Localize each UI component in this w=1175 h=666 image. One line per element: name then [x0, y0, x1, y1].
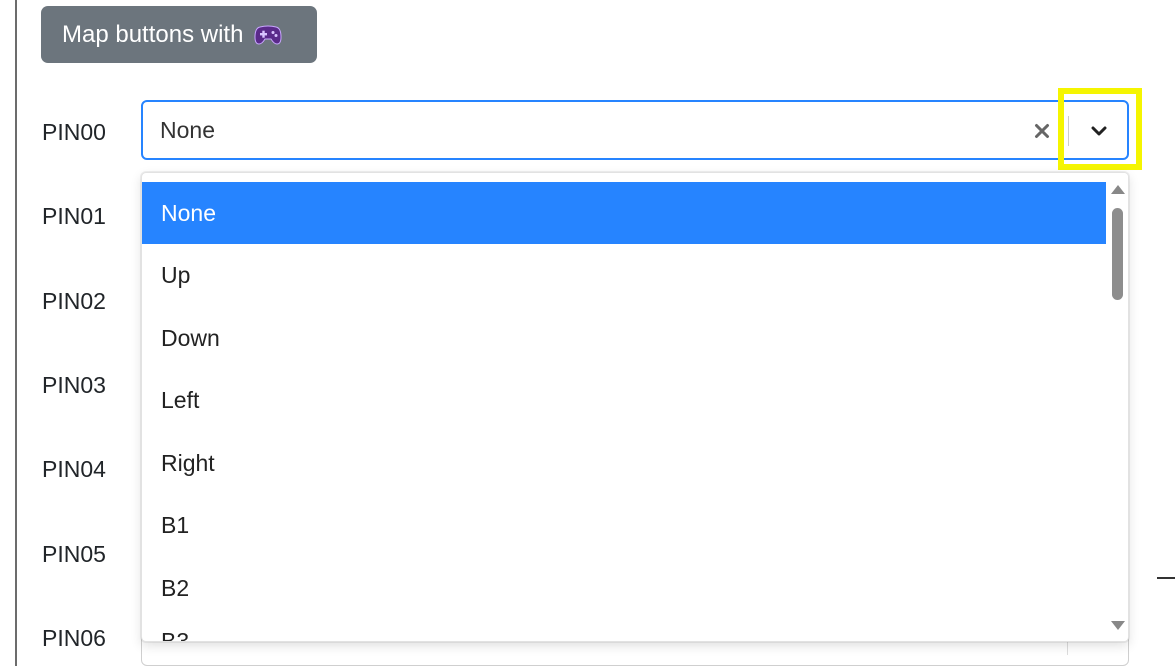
menu-option-b1[interactable]: B1 [142, 494, 1106, 556]
map-buttons-button[interactable]: Map buttons with [41, 6, 317, 63]
menu-option-none[interactable]: None [142, 182, 1106, 244]
close-icon[interactable] [1031, 116, 1053, 146]
select-value: None [160, 117, 215, 143]
pin00-select[interactable]: None [141, 100, 1129, 160]
left-divider [15, 0, 17, 666]
pin-label: PIN04 [42, 456, 106, 482]
dropdown-menu: None Up Down Left Right B1 B2 B3 [141, 172, 1129, 642]
menu-option-b2[interactable]: B2 [142, 557, 1106, 619]
menu-option-b3[interactable]: B3 [161, 628, 189, 641]
scroll-thumb[interactable] [1112, 208, 1123, 300]
menu-option-down[interactable]: Down [142, 307, 1106, 369]
gamepad-icon [254, 24, 282, 46]
pin-label: PIN00 [42, 119, 106, 145]
scroll-down-icon[interactable] [1111, 621, 1125, 630]
right-divider [1157, 577, 1175, 579]
menu-option-right[interactable]: Right [142, 432, 1106, 494]
menu-scrollbar[interactable] [1107, 173, 1128, 641]
pin-label: PIN01 [42, 203, 106, 229]
menu-option-left[interactable]: Left [142, 369, 1106, 431]
menu-option-up[interactable]: Up [142, 244, 1106, 306]
scroll-up-icon[interactable] [1111, 185, 1125, 194]
pin-label: PIN03 [42, 372, 106, 398]
dropdown-highlight [1058, 88, 1142, 170]
map-buttons-label: Map buttons with [62, 20, 244, 48]
pin-label: PIN06 [42, 625, 106, 651]
pin-label: PIN05 [42, 541, 106, 567]
pin-label: PIN02 [42, 288, 106, 314]
